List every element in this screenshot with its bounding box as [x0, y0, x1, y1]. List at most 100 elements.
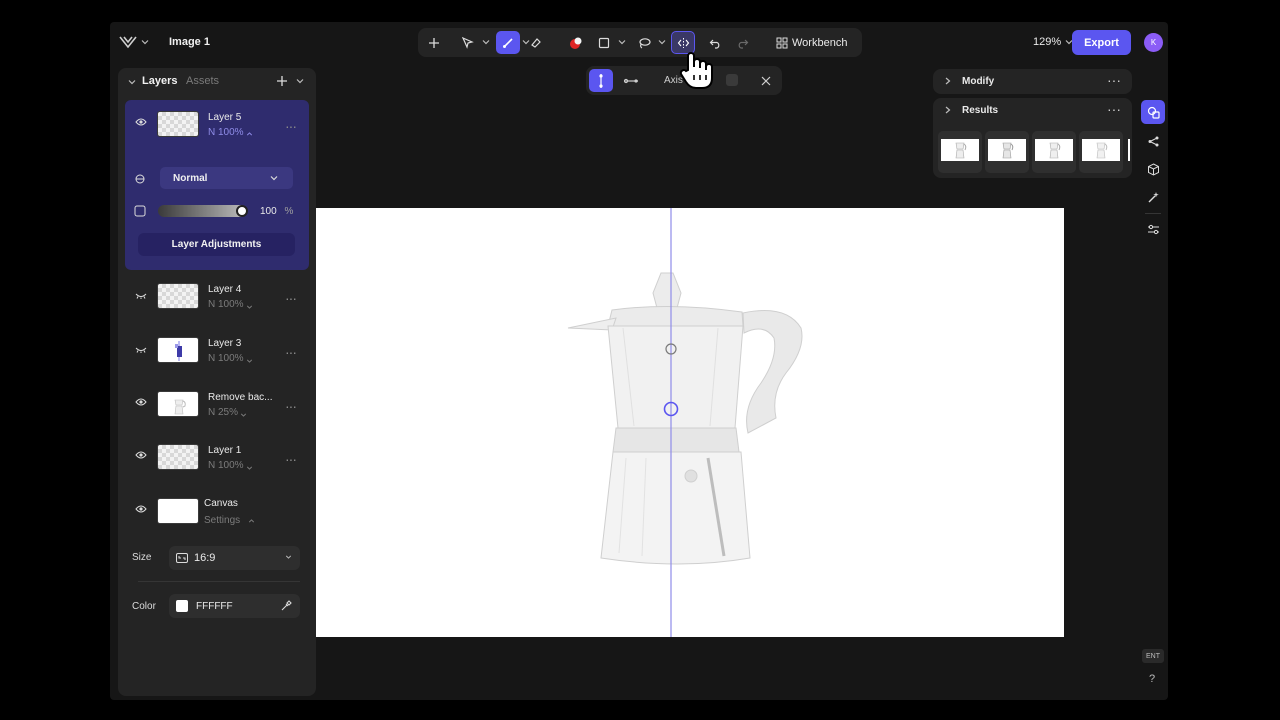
rail-magic-button[interactable] — [1141, 185, 1165, 209]
lasso-tool-button[interactable] — [632, 31, 656, 54]
close-options-button[interactable] — [754, 69, 778, 92]
color-swatch[interactable] — [176, 600, 188, 612]
vertical-axis-button[interactable] — [589, 69, 613, 92]
select-tool-button[interactable] — [456, 31, 480, 54]
eraser-tool-button[interactable] — [524, 31, 548, 54]
more-options-icon[interactable]: ··· — [1107, 101, 1121, 117]
canvas[interactable] — [316, 208, 1064, 637]
layer-blend-opacity[interactable]: N 100% — [208, 299, 244, 310]
magic-wand-icon — [1147, 191, 1160, 204]
add-button[interactable] — [422, 31, 446, 54]
workbench-button[interactable]: Workbench — [776, 32, 847, 54]
more-options-icon[interactable]: ··· — [285, 344, 297, 360]
result-image — [1096, 142, 1108, 159]
canvas-settings-toggle[interactable]: Settings — [204, 515, 240, 526]
eye-closed-icon[interactable] — [135, 293, 147, 299]
more-options-icon[interactable]: ··· — [285, 398, 297, 414]
layer-row-layer-1[interactable]: Layer 1 N 100% ··· — [125, 437, 311, 481]
chevron-down-icon[interactable] — [296, 77, 304, 85]
divider — [138, 581, 300, 582]
tab-assets[interactable]: Assets — [186, 75, 219, 87]
more-options-icon[interactable]: ··· — [285, 451, 297, 467]
opacity-slider-handle[interactable] — [236, 205, 248, 217]
eye-icon[interactable] — [135, 505, 147, 513]
nodes-icon — [1147, 135, 1160, 148]
chevron-down-icon[interactable] — [246, 465, 253, 471]
layer-row-layer-5[interactable]: Layer 5 N 100% ··· — [125, 104, 309, 148]
aspect-ratio-select[interactable]: 16:9 — [169, 546, 300, 570]
rail-generate-button[interactable] — [1141, 100, 1165, 124]
more-options-icon[interactable]: ··· — [285, 118, 297, 134]
eye-icon[interactable] — [135, 118, 147, 126]
layer-3-preview-image — [175, 341, 182, 361]
cube-icon — [1147, 162, 1160, 176]
chevron-up-icon[interactable] — [248, 518, 255, 524]
chevron-down-icon[interactable] — [246, 304, 253, 310]
app-menu-button[interactable] — [119, 32, 157, 52]
layer-row-remove-background[interactable]: Remove bac... N 25% ··· — [125, 384, 311, 428]
close-icon — [761, 76, 771, 86]
layer-thumbnail — [157, 444, 199, 470]
result-thumbnail[interactable] — [938, 131, 982, 173]
result-thumbnail[interactable] — [985, 131, 1029, 173]
aspect-ratio-icon — [176, 553, 188, 563]
chevron-down-icon[interactable] — [246, 358, 253, 364]
cursor-arrow-icon — [462, 36, 474, 49]
rail-nodes-button[interactable] — [1141, 129, 1165, 153]
color-picker-button[interactable] — [564, 31, 588, 54]
results-label: Results — [962, 105, 999, 116]
opacity-value[interactable]: 100 % — [260, 206, 293, 217]
color-label: Color — [132, 601, 156, 612]
rail-adjustments-button[interactable] — [1141, 217, 1165, 241]
more-options-icon[interactable]: ··· — [1107, 72, 1121, 88]
result-image — [955, 142, 967, 159]
more-options-icon[interactable]: ··· — [285, 290, 297, 306]
modify-panel[interactable]: Modify ··· — [933, 69, 1132, 94]
eyedropper-icon[interactable] — [280, 600, 292, 612]
result-thumbnail[interactable] — [1032, 131, 1076, 173]
chevron-right-icon[interactable] — [945, 106, 951, 114]
brush-icon — [502, 37, 514, 49]
opacity-icon — [134, 205, 146, 217]
chevron-down-icon[interactable] — [128, 78, 136, 86]
layer-blend-opacity[interactable]: N 25% — [208, 407, 238, 418]
layer-blend-opacity[interactable]: N 100% — [208, 127, 244, 138]
eye-closed-icon[interactable] — [135, 347, 147, 353]
blend-mode-select[interactable]: Normal — [160, 167, 293, 189]
layer-row-layer-4[interactable]: Layer 4 N 100% ··· — [125, 276, 311, 320]
axis-toggle[interactable] — [726, 74, 738, 86]
layer-adjustments-button[interactable]: Layer Adjustments — [138, 233, 295, 256]
rail-3d-button[interactable] — [1141, 157, 1165, 181]
layer-blend-opacity[interactable]: N 100% — [208, 460, 244, 471]
export-button[interactable]: Export — [1072, 30, 1131, 55]
document-title[interactable]: Image 1 — [169, 36, 210, 48]
eye-icon[interactable] — [135, 398, 147, 406]
chevron-down-icon[interactable] — [658, 38, 666, 46]
tab-layers[interactable]: Layers — [142, 75, 177, 87]
shape-tool-button[interactable] — [592, 31, 616, 54]
layer-blend-opacity[interactable]: N 100% — [208, 353, 244, 364]
ent-badge[interactable]: ENT — [1142, 649, 1164, 663]
result-thumbnail[interactable] — [1079, 131, 1123, 173]
canvas-color-field[interactable]: FFFFFF — [169, 594, 300, 618]
layer-row-canvas[interactable]: Canvas Settings — [125, 491, 311, 535]
chevron-up-icon[interactable] — [246, 131, 253, 137]
eye-icon[interactable] — [135, 451, 147, 459]
horizontal-axis-button[interactable] — [619, 69, 643, 92]
symmetry-icon — [677, 37, 690, 49]
add-layer-button[interactable] — [276, 75, 288, 87]
zoom-control[interactable]: 129% — [1033, 36, 1073, 48]
layer-row-layer-3[interactable]: Layer 3 N 100% ··· — [125, 330, 311, 374]
opacity-slider[interactable] — [158, 205, 246, 217]
chevron-down-icon[interactable] — [482, 38, 490, 46]
help-button[interactable]: ? — [1149, 673, 1155, 685]
avatar[interactable]: K — [1144, 33, 1163, 52]
redo-button[interactable] — [731, 31, 755, 54]
chevron-down-icon[interactable] — [618, 38, 626, 46]
modify-label: Modify — [962, 76, 995, 87]
brush-tool-button[interactable] — [496, 31, 520, 54]
result-thumbnail-partial[interactable] — [1128, 139, 1130, 161]
size-label: Size — [132, 552, 152, 563]
chevron-down-icon — [141, 38, 149, 46]
chevron-down-icon[interactable] — [240, 412, 247, 418]
